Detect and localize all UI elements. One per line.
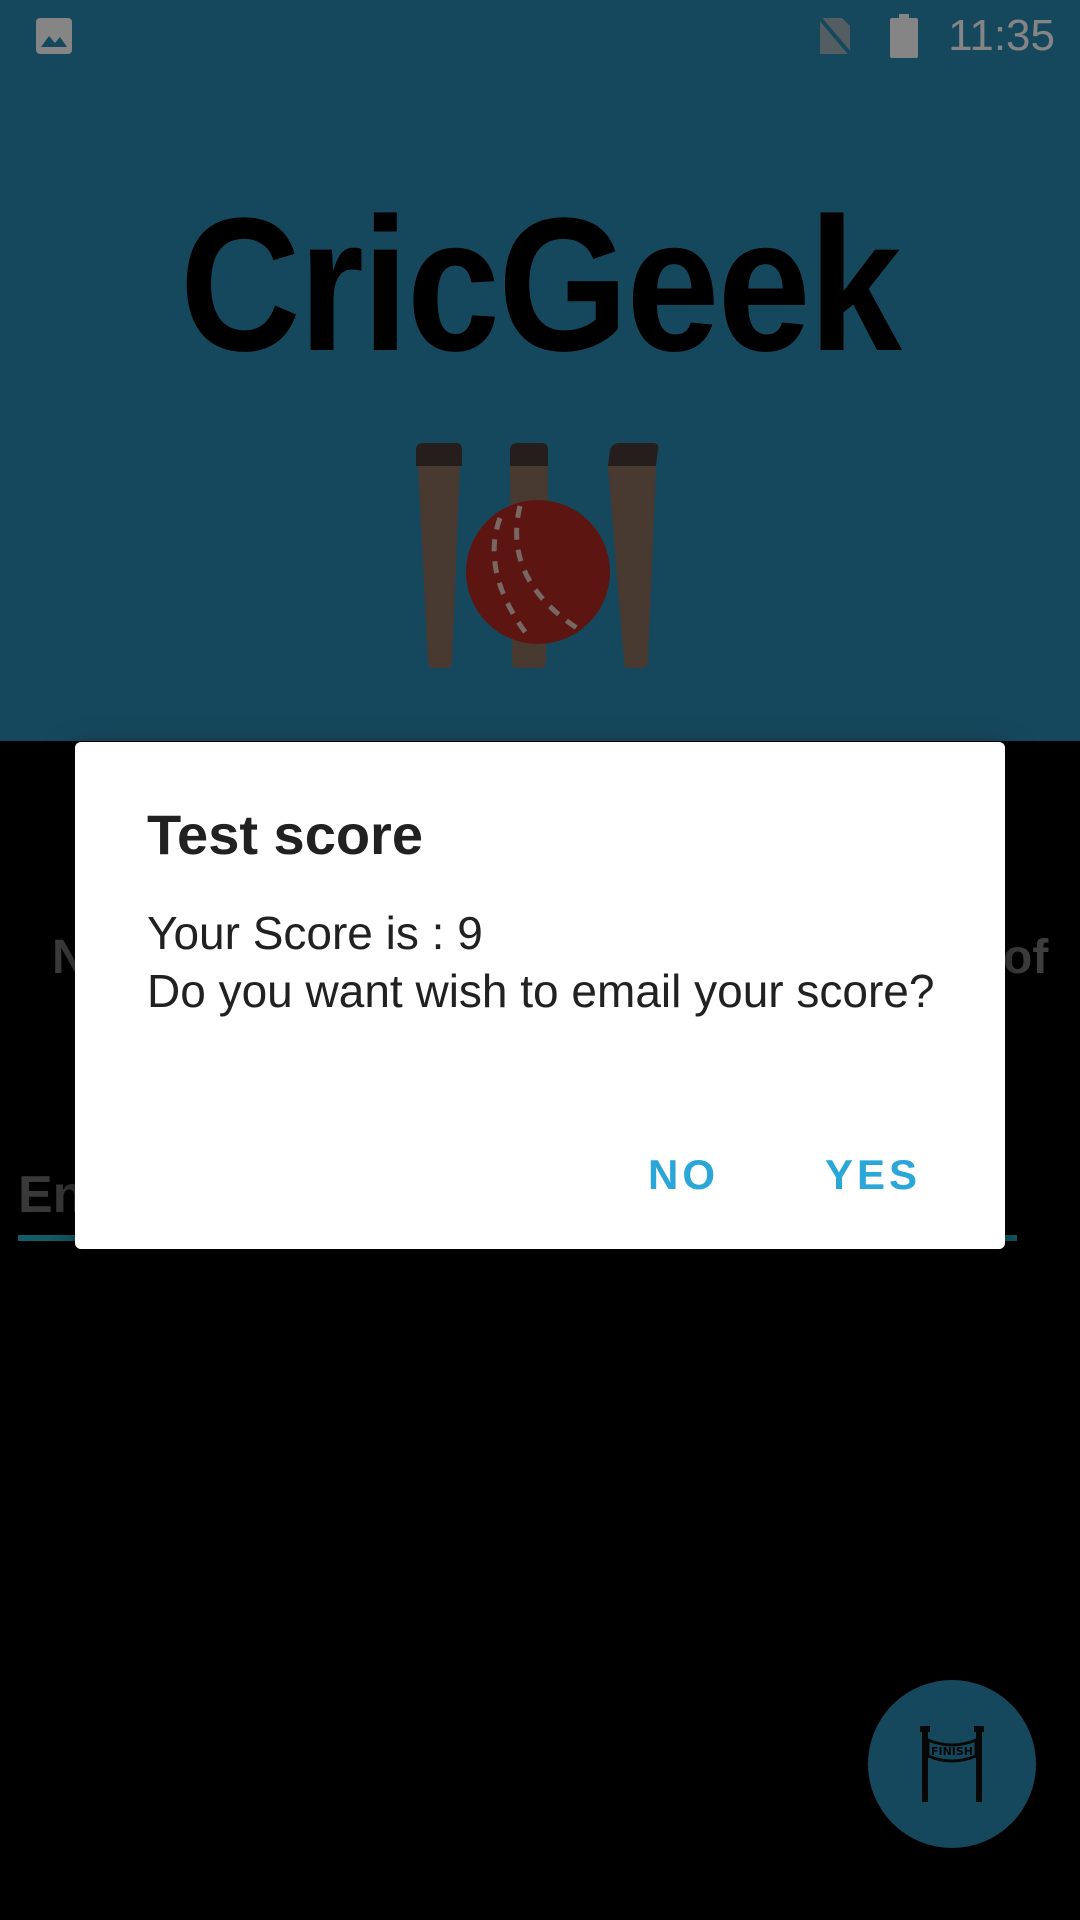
- score-dialog: Test score Your Score is : 9 Do you want…: [75, 742, 1005, 1249]
- no-button[interactable]: NO: [628, 1130, 739, 1220]
- dialog-title: Test score: [147, 803, 423, 866]
- score-text: Your Score is : 9: [147, 907, 483, 959]
- dialog-message: Your Score is : 9 Do you want wish to em…: [147, 904, 937, 1020]
- yes-button[interactable]: YES: [805, 1130, 941, 1220]
- email-prompt-text: Do you want wish to email your score?: [147, 965, 935, 1017]
